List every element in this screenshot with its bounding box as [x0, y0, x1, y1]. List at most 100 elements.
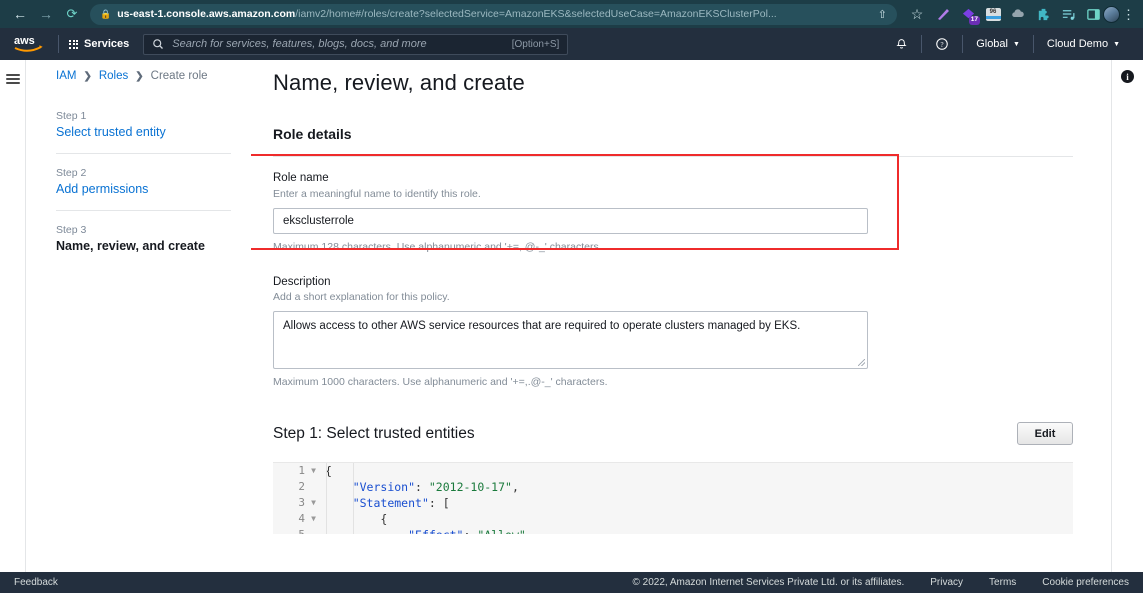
step1-review-section: Step 1: Select trusted entities Edit 1 ▼… [273, 422, 1073, 535]
extensions-tray: 17 96 [931, 6, 1101, 25]
wizard-steps-sidebar: IAM ❯ Roles ❯ Create role Step 1 Select … [26, 60, 251, 572]
reload-icon[interactable]: ⟳ [60, 3, 84, 25]
breadcrumb-item-roles[interactable]: Roles [99, 70, 128, 82]
step-1-label[interactable]: Select trusted entity [56, 125, 231, 139]
description-value: Allows access to other AWS service resou… [283, 320, 801, 333]
page-title: Name, review, and create [273, 70, 525, 95]
region-selector[interactable]: Global ▼ [963, 28, 1033, 60]
step-2-label[interactable]: Add permissions [56, 182, 231, 196]
trust-policy-code-editor[interactable]: 1 ▼ { 2 "Version": "2012-10-17", 3 ▼ "St… [273, 462, 1073, 535]
address-bar-url: us-east-1.console.aws.amazon.com/iamv2/h… [117, 8, 776, 20]
svg-text:?: ? [941, 41, 944, 49]
step-3-number: Step 3 [56, 224, 87, 236]
account-label: Cloud Demo [1046, 38, 1109, 50]
wizard-step-1[interactable]: Step 1 Select trusted entity [56, 104, 231, 153]
code-line: 1 ▼ { [273, 463, 1073, 479]
address-bar[interactable]: 🔒 us-east-1.console.aws.amazon.com/iamv2… [90, 3, 897, 25]
code-line: 3 ▼ "Statement": [ [273, 495, 1073, 511]
description-textarea[interactable]: Allows access to other AWS service resou… [273, 311, 868, 370]
code-line: 4 ▼ { [273, 511, 1073, 527]
description-hint: Maximum 1000 characters. Use alphanumeri… [273, 376, 608, 389]
account-selector[interactable]: Cloud Demo ▼ [1034, 28, 1133, 60]
code-line-text: "Statement": [ [352, 496, 450, 511]
tile-counter-value: 96 [989, 8, 997, 15]
breadcrumb: IAM ❯ Roles ❯ Create role [56, 70, 231, 82]
terms-link[interactable]: Terms [989, 577, 1016, 588]
fold-toggle-icon[interactable]: ▼ [309, 495, 318, 511]
url-domain: us-east-1.console.aws.amazon.com [117, 8, 296, 20]
breadcrumb-item-iam[interactable]: IAM [56, 70, 76, 82]
role-name-hint: Maximum 128 characters. Use alphanumeric… [273, 240, 602, 253]
code-line-text: "Version": "2012-10-17", [352, 480, 519, 495]
puzzle-piece-icon[interactable] [1035, 6, 1051, 22]
role-name-field: Role name Enter a meaningful name to ide… [273, 157, 1073, 253]
code-line: 5 "Effect": "Allow" [273, 527, 1073, 534]
breadcrumb-separator-icon: ❯ [135, 70, 144, 82]
code-line-text: "Effect": "Allow" [319, 527, 526, 534]
side-panel-icon[interactable] [1085, 6, 1101, 22]
services-label: Services [84, 38, 130, 50]
role-details-heading: Role details [273, 126, 352, 142]
step-1-number: Step 1 [56, 110, 87, 122]
role-name-description: Enter a meaningful name to identify this… [273, 187, 481, 200]
chevron-down-icon: ▼ [1012, 40, 1020, 48]
wizard-step-2[interactable]: Step 2 Add permissions [56, 153, 231, 210]
svg-text:aws: aws [14, 35, 35, 47]
share-icon[interactable]: ⇧ [878, 8, 887, 21]
bookmark-star-icon[interactable]: ☆ [905, 3, 929, 25]
search-icon [153, 39, 164, 49]
lock-icon: 🔒 [100, 8, 112, 19]
info-panel-rail: i [1111, 60, 1143, 572]
purple-diamond-badge: 17 [968, 15, 980, 25]
purple-diamond-icon[interactable]: 17 [960, 6, 980, 25]
highlighter-pen-icon[interactable] [935, 6, 951, 22]
cookie-preferences-link[interactable]: Cookie preferences [1042, 577, 1129, 588]
back-arrow-icon[interactable]: ← [8, 3, 32, 25]
info-icon[interactable]: i [1121, 70, 1134, 83]
copyright-text: © 2022, Amazon Internet Services Private… [632, 577, 905, 588]
breadcrumb-separator-icon: ❯ [83, 70, 92, 82]
line-number: 4 [298, 512, 305, 526]
grid-icon [69, 39, 78, 49]
resize-handle[interactable] [858, 359, 865, 367]
aws-top-nav: aws Services Search for services, featur… [0, 28, 1143, 60]
browser-toolbar: ← → ⟳ 🔒 us-east-1.console.aws.amazon.com… [0, 0, 1143, 28]
playlist-icon[interactable] [1060, 6, 1076, 22]
aws-nav-right: ? Global ▼ Cloud Demo ▼ [882, 28, 1133, 60]
step-2-number: Step 2 [56, 167, 87, 179]
description-label: Description [273, 275, 331, 288]
page-body: IAM ❯ Roles ❯ Create role Step 1 Select … [0, 60, 1143, 572]
breadcrumb-item-create-role: Create role [150, 70, 208, 82]
feedback-link[interactable]: Feedback [14, 577, 58, 588]
code-line: 2 "Version": "2012-10-17", [273, 479, 1073, 495]
description-field: Description Add a short explanation for … [273, 253, 1073, 389]
help-circle-icon[interactable]: ? [922, 28, 962, 60]
sidebar-toggle-icon[interactable] [5, 70, 20, 572]
step1-review-heading: Step 1: Select trusted entities [273, 424, 475, 442]
wizard-step-3[interactable]: Step 3 Name, review, and create [56, 210, 231, 267]
chevron-down-icon: ▼ [1113, 40, 1120, 48]
nav-toggle-rail [0, 60, 25, 572]
page-footer: Feedback © 2022, Amazon Internet Service… [0, 572, 1143, 593]
role-name-input[interactable]: eksclusterrole [273, 207, 868, 234]
step1-review-header: Step 1: Select trusted entities Edit [273, 422, 1073, 446]
forward-arrow-icon[interactable]: → [34, 3, 58, 25]
aws-search-input[interactable]: Search for services, features, blogs, do… [143, 33, 569, 55]
aws-search-shortcut: [Option+S] [511, 38, 560, 50]
fold-toggle-icon[interactable]: ▼ [309, 463, 318, 479]
kebab-menu-icon[interactable]: ⋮ [1122, 8, 1135, 21]
notifications-bell-icon[interactable] [882, 28, 921, 60]
role-name-value: eksclusterrole [283, 214, 354, 227]
line-number: 5 [273, 527, 309, 534]
aws-logo[interactable]: aws [10, 33, 48, 55]
main-content: Name, review, and create Role details Ro… [251, 60, 1111, 572]
url-path: /iamv2/home#/roles/create?selectedServic… [295, 8, 777, 20]
profile-avatar[interactable] [1103, 5, 1120, 23]
privacy-link[interactable]: Privacy [930, 577, 963, 588]
line-number: 2 [298, 480, 305, 494]
tile-counter-icon[interactable]: 96 [985, 6, 1001, 22]
cloud-icon[interactable] [1010, 6, 1026, 22]
services-menu-button[interactable]: Services [59, 32, 139, 56]
edit-button[interactable]: Edit [1017, 422, 1073, 446]
fold-toggle-icon[interactable]: ▼ [309, 511, 318, 527]
